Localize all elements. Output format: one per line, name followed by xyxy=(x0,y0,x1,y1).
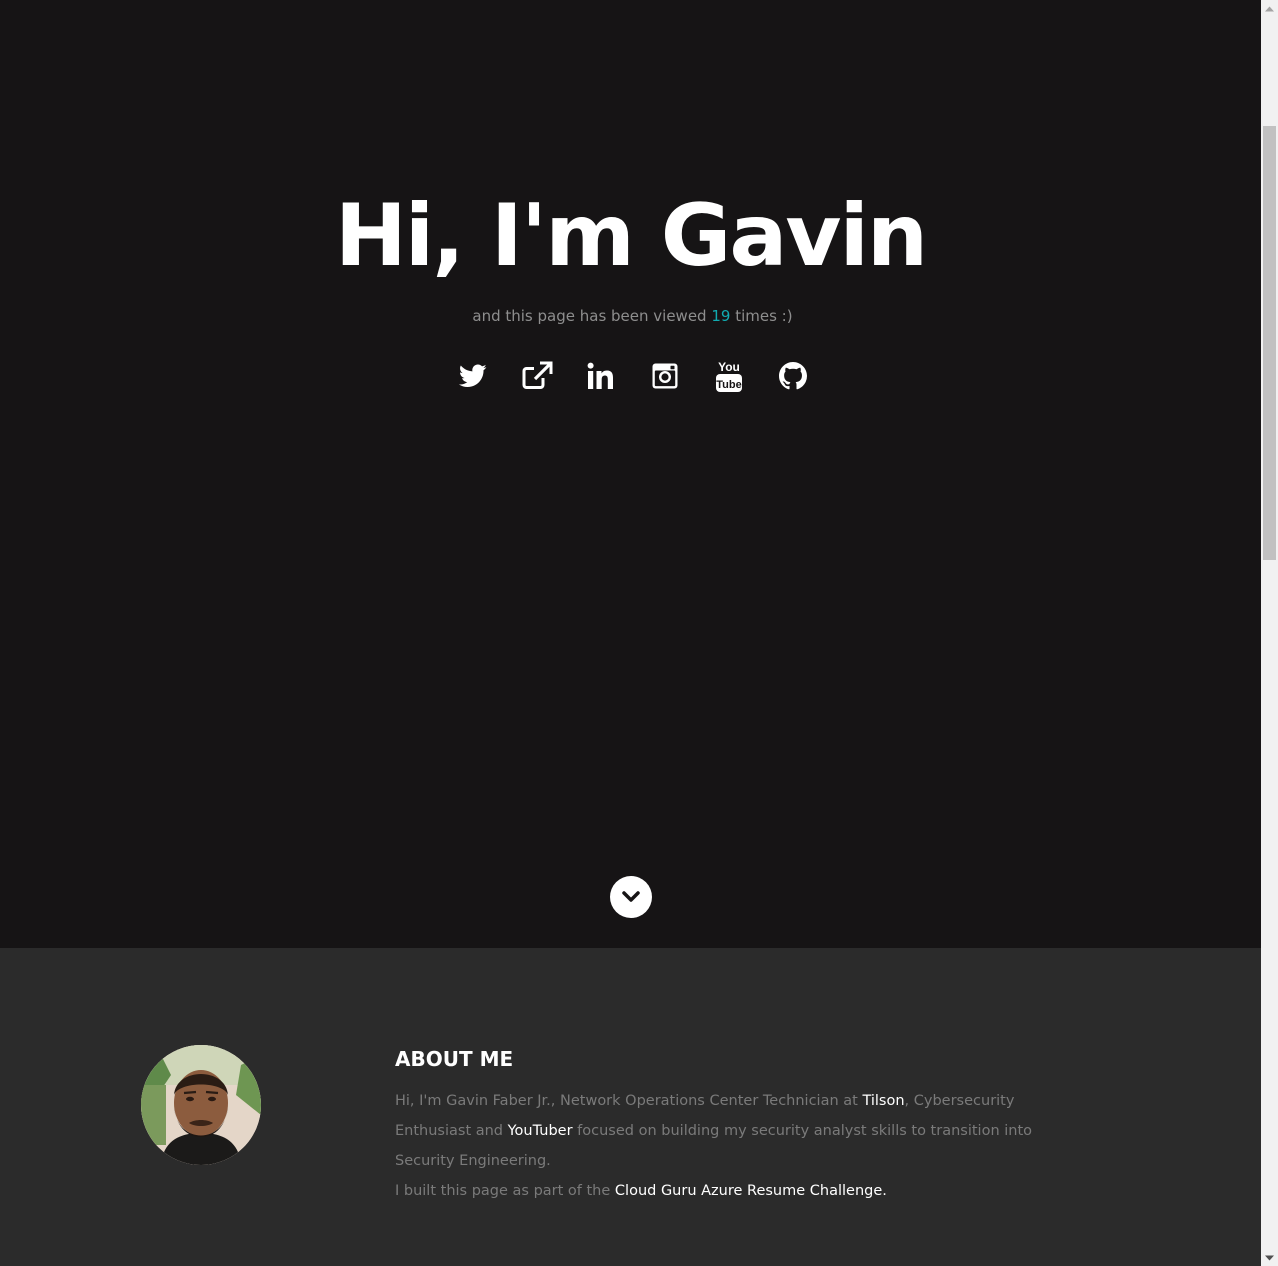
about-bio: Hi, I'm Gavin Faber Jr., Network Operati… xyxy=(395,1086,1095,1176)
profile-photo xyxy=(141,1045,261,1165)
external-link-icon xyxy=(521,361,553,391)
about-heading: ABOUT ME xyxy=(395,1047,514,1071)
main-content: Hi, I'm Gavin and this page has been vie… xyxy=(0,0,1261,1266)
scroll-down-button[interactable] xyxy=(610,876,652,918)
youtuber-link[interactable]: YouTuber xyxy=(508,1123,573,1139)
hero-title: Hi, I'm Gavin xyxy=(334,186,928,286)
about-section: ABOUT ME Hi, I'm Gavin Faber Jr., Networ… xyxy=(0,948,1261,1266)
social-links: You Tube xyxy=(0,355,1265,397)
linkedin-icon xyxy=(587,362,615,390)
scroll-down-arrow-icon[interactable] xyxy=(1261,1249,1278,1266)
page: Hi, I'm Gavin and this page has been vie… xyxy=(0,0,1278,1266)
twitter-link[interactable] xyxy=(455,355,491,397)
github-link[interactable] xyxy=(775,355,811,397)
tilson-link[interactable]: Tilson xyxy=(862,1093,904,1109)
scrollbar-thumb[interactable] xyxy=(1263,126,1276,560)
view-counter: 19 xyxy=(711,307,731,325)
github-icon xyxy=(778,362,807,390)
challenge-text: I built this page as part of the xyxy=(395,1183,615,1199)
instagram-icon xyxy=(651,362,679,390)
bio-text-1: Hi, I'm Gavin Faber Jr., Network Operati… xyxy=(395,1093,863,1109)
about-challenge: I built this page as part of the Cloud G… xyxy=(395,1176,1095,1206)
youtube-icon: You Tube xyxy=(715,359,743,393)
cloud-guru-challenge-link[interactable]: Cloud Guru Azure Resume Challenge. xyxy=(615,1183,887,1199)
scroll-up-arrow-icon[interactable] xyxy=(1261,0,1278,17)
twitter-icon xyxy=(458,364,487,388)
subtitle-prefix: and this page has been viewed xyxy=(472,307,712,325)
chevron-down-icon xyxy=(622,888,640,907)
website-link[interactable] xyxy=(519,355,555,397)
instagram-link[interactable] xyxy=(647,355,683,397)
svg-text:Tube: Tube xyxy=(716,379,741,391)
svg-text:You: You xyxy=(718,360,740,374)
subtitle-suffix: times :) xyxy=(730,307,793,325)
vertical-scrollbar[interactable] xyxy=(1261,0,1278,1266)
youtube-link[interactable]: You Tube xyxy=(711,355,747,397)
hero-subtitle: and this page has been viewed 19 times :… xyxy=(0,305,1265,327)
linkedin-link[interactable] xyxy=(583,355,619,397)
hero-section: Hi, I'm Gavin and this page has been vie… xyxy=(0,0,1261,948)
